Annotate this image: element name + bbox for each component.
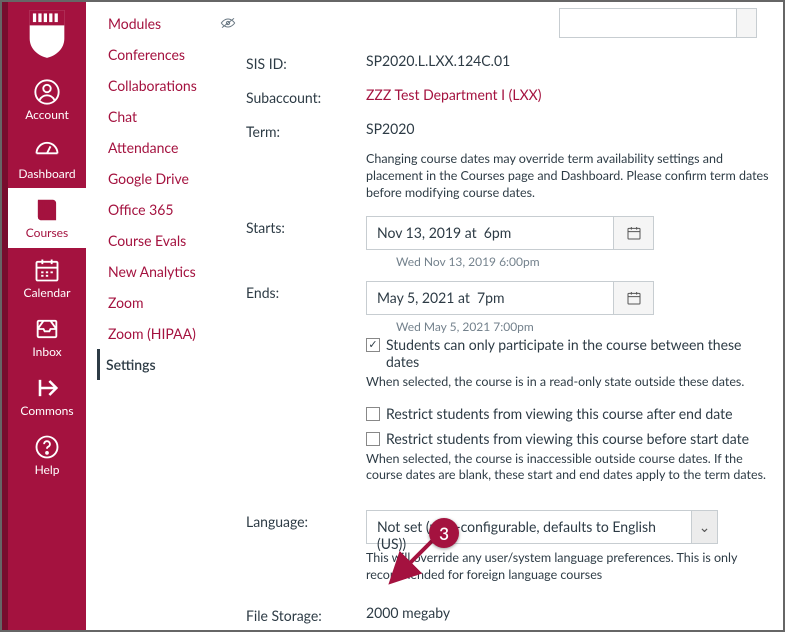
top-field-input[interactable] — [559, 8, 737, 38]
sis-id-value: SP2020.L.LXX.124C.01 — [366, 52, 777, 72]
calendar-icon — [626, 225, 642, 241]
restrict-note: When selected, the course is inaccessibl… — [366, 451, 773, 485]
calendar-icon — [626, 290, 642, 306]
rail-inbox[interactable]: Inbox — [8, 307, 86, 366]
hidden-icon — [220, 15, 236, 33]
coursenav-collaborations[interactable]: Collaborations — [106, 70, 236, 101]
coursenav-conferences[interactable]: Conferences — [106, 39, 236, 70]
start-date-input[interactable] — [366, 216, 614, 250]
top-field-button[interactable] — [737, 8, 757, 38]
participate-note: When selected, the course is in a read-o… — [366, 374, 777, 391]
help-icon — [33, 433, 61, 461]
coursenav-chat[interactable]: Chat — [106, 101, 236, 132]
coursenav-google-drive[interactable]: Google Drive — [106, 163, 236, 194]
inbox-icon — [33, 315, 61, 343]
course-settings-form: SIS ID: SP2020.L.LXX.124C.01 Subaccount:… — [246, 2, 783, 630]
starts-label: Starts: — [246, 216, 366, 271]
user-icon — [33, 78, 61, 106]
callout-number: 3 — [439, 523, 449, 544]
global-nav-rail: Account Dashboard Courses Calendar Inbox… — [2, 2, 86, 630]
start-date-calendar-button[interactable] — [614, 216, 654, 250]
coursenav-new-analytics[interactable]: New Analytics — [106, 256, 236, 287]
book-icon — [33, 196, 61, 224]
end-date-calendar-button[interactable] — [614, 281, 654, 315]
coursenav-zoom-hipaa[interactable]: Zoom (HIPAA) — [106, 318, 236, 349]
coursenav-course-evals[interactable]: Course Evals — [106, 225, 236, 256]
participate-checkbox[interactable] — [366, 338, 380, 352]
rail-label: Inbox — [8, 345, 86, 358]
rail-label: Help — [8, 463, 86, 476]
ends-label: Ends: — [246, 281, 366, 497]
rail-label: Account — [8, 108, 86, 121]
language-select-value: Not set (user-configurable, defaults to … — [367, 511, 691, 543]
sis-id-label: SIS ID: — [246, 52, 366, 72]
end-date-input[interactable] — [366, 281, 614, 315]
coursenav-modules[interactable]: Modules — [106, 8, 163, 39]
rail-account[interactable]: Account — [8, 70, 86, 129]
storage-value: 2000 megaby — [366, 604, 777, 624]
restrict-after-checkbox[interactable] — [366, 407, 380, 421]
language-label: Language: — [246, 510, 366, 592]
rail-label: Dashboard — [8, 167, 86, 180]
restrict-after-label: Restrict students from viewing this cour… — [386, 405, 733, 422]
institution-shield-logo[interactable] — [24, 8, 70, 60]
rail-dashboard[interactable]: Dashboard — [8, 129, 86, 188]
language-note: This will override any user/system langu… — [366, 550, 773, 584]
rail-label: Commons — [8, 404, 86, 417]
term-note: Changing course dates may override term … — [366, 151, 777, 202]
term-value: SP2020 — [366, 120, 777, 137]
restrict-before-label: Restrict students from viewing this cour… — [386, 430, 749, 447]
coursenav-office-365[interactable]: Office 365 — [106, 194, 236, 225]
coursenav-settings[interactable]: Settings — [97, 349, 236, 380]
callout-badge: 3 — [429, 518, 459, 548]
start-date-subtext: Wed Nov 13, 2019 6:00pm — [396, 254, 777, 269]
rail-label: Courses — [8, 226, 86, 239]
participate-label: Students can only participate in the cou… — [386, 336, 777, 370]
rail-commons[interactable]: Commons — [8, 366, 86, 425]
coursenav-attendance[interactable]: Attendance — [106, 132, 236, 163]
storage-label: File Storage: — [246, 604, 366, 624]
commons-icon — [33, 374, 61, 402]
rail-label: Calendar — [8, 286, 86, 299]
subaccount-link[interactable]: ZZZ Test Department I (LXX) — [366, 86, 542, 103]
chevron-down-icon: ⌄ — [691, 511, 717, 543]
rail-help[interactable]: Help — [8, 425, 86, 484]
coursenav-zoom[interactable]: Zoom — [106, 287, 236, 318]
course-nav: Modules Conferences Collaborations Chat … — [86, 2, 246, 630]
language-select[interactable]: Not set (user-configurable, defaults to … — [366, 510, 718, 544]
calendar-icon — [33, 256, 61, 284]
restrict-before-checkbox[interactable] — [366, 432, 380, 446]
end-date-subtext: Wed May 5, 2021 7:00pm — [396, 319, 777, 334]
dashboard-icon — [33, 137, 61, 165]
term-label: Term: — [246, 120, 366, 202]
rail-courses[interactable]: Courses — [8, 188, 86, 247]
rail-calendar[interactable]: Calendar — [8, 248, 86, 307]
subaccount-label: Subaccount: — [246, 86, 366, 106]
